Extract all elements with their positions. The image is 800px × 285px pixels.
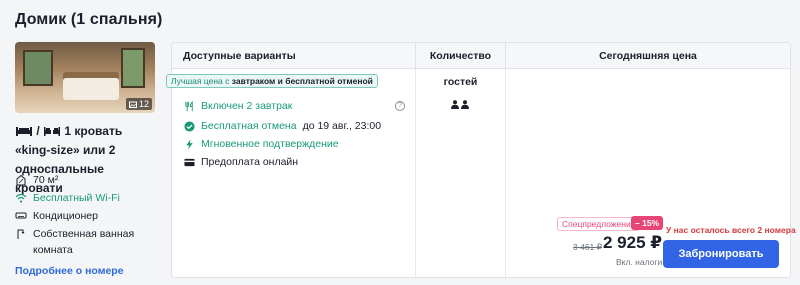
person-icon xyxy=(461,100,469,109)
person-icon xyxy=(451,100,459,109)
shower-icon xyxy=(15,228,27,240)
feature-prepay: Предоплата онлайн xyxy=(183,156,298,168)
book-button[interactable]: Забронировать xyxy=(663,240,779,268)
gallery-icon xyxy=(128,101,137,108)
feature-label: Предоплата онлайн xyxy=(201,156,299,168)
twin-beds-icon xyxy=(44,127,61,136)
cutlery-icon xyxy=(183,100,195,112)
special-offer-badge: Спецпредложение xyxy=(557,217,641,231)
amenity-bathroom: Собственная ванная комната xyxy=(15,226,155,258)
area-icon xyxy=(15,174,27,186)
wifi-icon xyxy=(15,192,27,204)
column-divider xyxy=(415,69,416,277)
column-divider xyxy=(505,69,506,277)
credit-card-icon xyxy=(183,156,195,168)
rates-table: Доступные варианты Количество гостей Сег… xyxy=(166,42,796,278)
photo-window-left xyxy=(23,50,53,86)
amenity-wifi: Бесплатный Wi-Fi xyxy=(15,190,155,206)
current-price: 2 925 ₽ xyxy=(603,233,663,252)
amenity-ac: Кондиционер xyxy=(15,208,155,224)
amenity-label: Кондиционер xyxy=(33,210,98,222)
feature-label: Включен 2 завтрак xyxy=(201,100,293,112)
amenity-label: 70 м² xyxy=(33,174,59,186)
photo-count-badge[interactable]: 12 xyxy=(125,98,152,110)
bed-separator: / xyxy=(36,124,40,138)
taxes-note: Вкл. налоги xyxy=(616,257,663,267)
amenity-label: Собственная ванная комната xyxy=(33,228,135,256)
photo-count: 12 xyxy=(138,99,149,109)
feature-label: Бесплатная отмена xyxy=(201,120,297,132)
header-options: Доступные варианты xyxy=(172,43,415,69)
feature-instant-confirm: Мгновенное подтверждение xyxy=(183,138,339,150)
room-details-link[interactable]: Подробнее о номере xyxy=(15,265,124,277)
photo-window-right xyxy=(121,48,145,88)
badge-highlight: завтраком и бесплатной отменой xyxy=(231,76,373,86)
lightning-icon xyxy=(183,138,195,150)
discount-badge: – 15% xyxy=(631,216,664,230)
badge-prefix: Лучшая цена с xyxy=(171,76,232,86)
photo-bed xyxy=(63,78,119,100)
best-price-badge: Лучшая цена с завтраком и бесплатной отм… xyxy=(166,74,378,88)
feature-free-cancel: Бесплатная отмена до 19 авг., 23:00 xyxy=(183,120,381,132)
help-icon[interactable]: ? xyxy=(395,101,405,111)
room-title: Домик (1 спальня) xyxy=(15,11,163,28)
rooms-left-note: У нас осталось всего 2 номера xyxy=(666,225,796,235)
amenity-area: 70 м² xyxy=(15,172,155,188)
guest-count xyxy=(451,100,469,109)
header-guests: Количество гостей xyxy=(415,43,505,88)
cancel-deadline: до 19 авг., 23:00 xyxy=(302,120,382,132)
feature-breakfast: Включен 2 завтрак xyxy=(183,100,292,112)
amenity-label: Бесплатный Wi-Fi xyxy=(33,192,120,204)
old-price: 3 461 ₽ xyxy=(573,242,603,252)
check-circle-icon xyxy=(183,120,195,132)
feature-label: Мгновенное подтверждение xyxy=(201,138,339,150)
room-photo[interactable]: 12 xyxy=(15,42,155,113)
air-conditioner-icon xyxy=(15,210,27,222)
double-bed-icon xyxy=(16,127,32,136)
header-price: Сегодняшняя цена xyxy=(505,43,790,69)
